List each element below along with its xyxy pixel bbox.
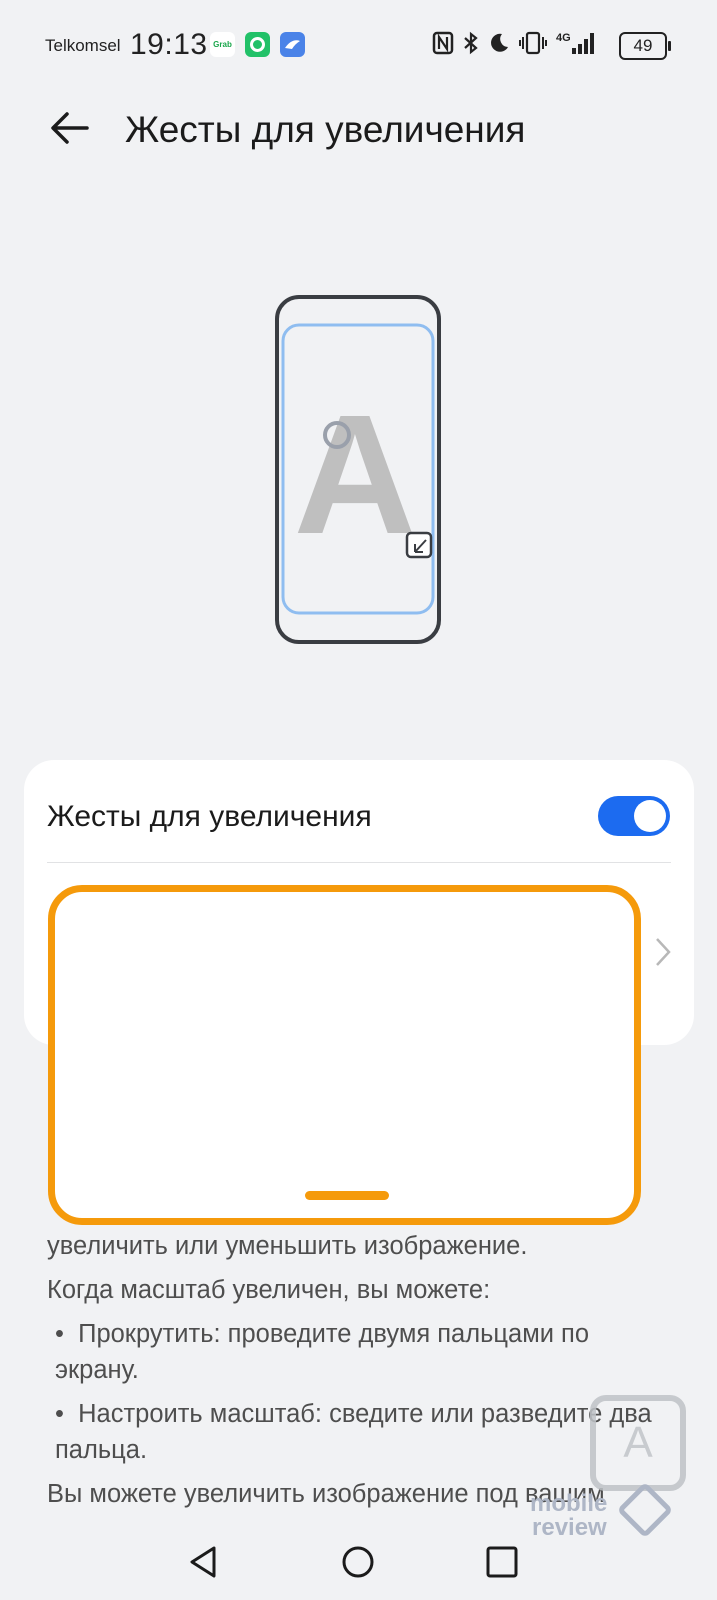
magnification-illustration: A: [275, 295, 445, 650]
back-button[interactable]: [45, 103, 95, 153]
navigation-bar: [0, 1530, 717, 1600]
toggle-knob: [634, 800, 666, 832]
recents-square-icon[interactable]: [480, 1540, 524, 1584]
carrier-name: Telkomsel: [45, 36, 121, 55]
magnification-window-highlight[interactable]: [48, 885, 641, 1225]
divider: [47, 862, 671, 863]
chevron-right-icon[interactable]: [654, 935, 672, 978]
description-bullet: • Прокрутить: проведите двумя пальцами п…: [55, 1320, 590, 1384]
cloud-app-icon: [280, 32, 305, 57]
magnification-gestures-label: Жесты для увеличения: [47, 800, 372, 833]
magnification-gestures-toggle[interactable]: [598, 796, 670, 836]
moon-icon: [488, 32, 510, 62]
grab-app-icon: Grab: [210, 32, 235, 57]
svg-text:A: A: [294, 380, 417, 570]
nfc-icon: [432, 31, 454, 63]
svg-text:4G: 4G: [556, 32, 571, 44]
home-circle-icon[interactable]: [336, 1540, 380, 1584]
signal-4g-icon: 4G: [556, 30, 596, 64]
translate-icon: A: [590, 1395, 686, 1491]
description-line: Когда масштаб увеличен, вы можете:: [47, 1276, 491, 1304]
app-header: Жесты для увеличения: [0, 95, 717, 175]
bluetooth-icon: [463, 31, 479, 63]
drag-handle[interactable]: [305, 1191, 389, 1200]
status-bar: Telkomsel 19:13 Grab 4G 49: [0, 0, 717, 90]
clock: 19:13: [130, 28, 208, 61]
page-title: Жесты для увеличения: [125, 109, 526, 150]
back-triangle-icon[interactable]: [182, 1540, 226, 1584]
battery-indicator: 49: [619, 32, 671, 60]
description-line: увеличить или уменьшить изображение.: [47, 1232, 528, 1260]
green-app-icon: [245, 32, 270, 57]
vibrate-icon: [519, 31, 547, 63]
description-text: увеличить или уменьшить изображение. Ког…: [47, 1228, 667, 1520]
arrow-left-icon: [51, 112, 89, 144]
description-bullet: • Настроить масштаб: сведите или разведи…: [55, 1400, 652, 1464]
